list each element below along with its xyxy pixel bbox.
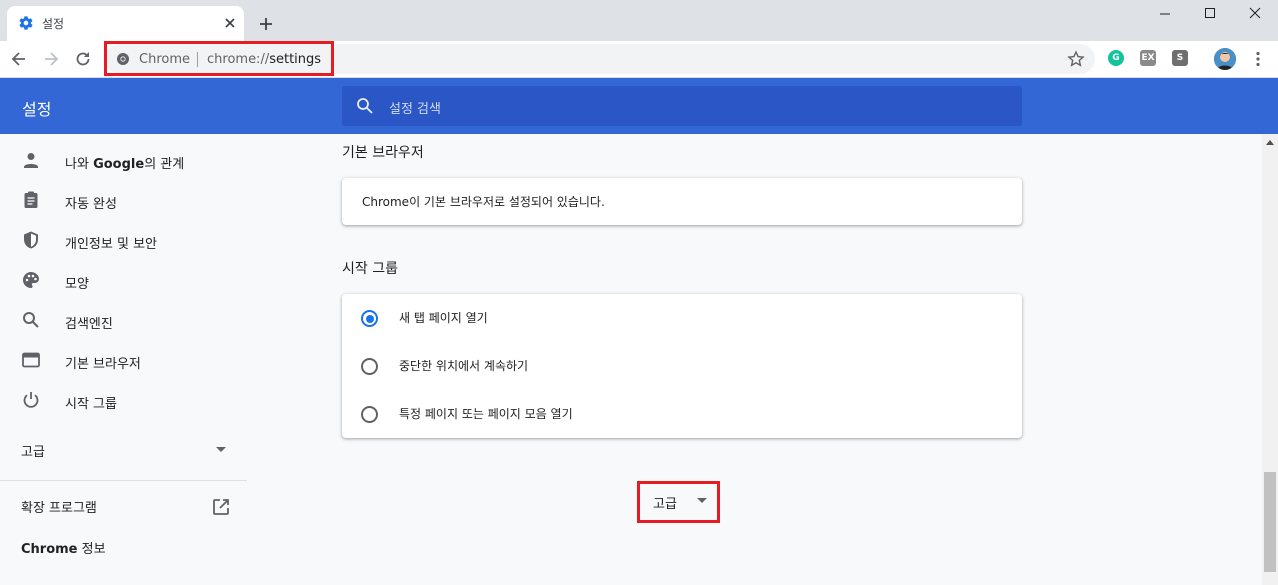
page-title: 설정 (22, 100, 52, 119)
startup-option-new-tab[interactable]: 새 탭 페이지 열기 (342, 294, 1022, 342)
sidebar-item-on-startup[interactable]: 시작 그룹 (0, 381, 247, 421)
maximize-icon[interactable] (1187, 4, 1233, 24)
radio-button-selected[interactable] (361, 310, 378, 327)
clipboard-icon (24, 191, 38, 208)
scroll-up-arrow-icon[interactable] (1266, 140, 1274, 145)
sidebar-item-appearance[interactable]: 모양 (0, 261, 247, 301)
sidebar-item-search-engine[interactable]: 검색엔진 (0, 301, 247, 341)
shield-icon (24, 231, 38, 249)
label-part: 의 관계 (144, 157, 185, 172)
radio-label: 중단한 위치에서 계속하기 (399, 359, 529, 373)
search-icon (23, 312, 39, 328)
bookmark-star-icon[interactable] (1066, 49, 1086, 69)
label-google: Google (93, 157, 145, 172)
startup-card: 새 탭 페이지 열기 중단한 위치에서 계속하기 특정 페이지 또는 페이지 모… (342, 294, 1022, 438)
sidebar-item-extensions[interactable]: 확장 프로그램 (0, 486, 247, 526)
sidebar-advanced-label: 고급 (21, 445, 45, 460)
sidebar-item-advanced[interactable]: 고급 (0, 430, 247, 470)
sidebar-item-default-browser[interactable]: 기본 브라우저 (0, 341, 247, 381)
sidebar-item-you-and-google[interactable]: 나와 Google의 관계 (0, 141, 247, 181)
reload-icon[interactable] (73, 49, 93, 69)
sidebar-about-label: Chrome 정보 (21, 538, 106, 557)
settings-header: 설정 설정 검색 (0, 78, 1278, 134)
label-part: 나와 (65, 157, 94, 172)
search-placeholder: 설정 검색 (389, 102, 441, 117)
sidebar-item-autofill[interactable]: 자동 완성 (0, 181, 247, 221)
default-browser-status: Chrome이 기본 브라우저로 설정되어 있습니다. (362, 195, 605, 209)
sidebar-item-label: 검색엔진 (65, 317, 113, 332)
settings-sidebar: 나와 Google의 관계 자동 완성 개인정보 및 보안 모양 검색엔진 기본… (0, 134, 247, 585)
radio-button[interactable] (361, 358, 378, 375)
settings-search-input[interactable]: 설정 검색 (342, 86, 1022, 126)
radio-label: 특정 페이지 또는 페이지 모음 열기 (399, 407, 573, 421)
close-icon[interactable] (221, 14, 239, 32)
browser-icon (22, 352, 40, 368)
startup-option-specific-pages[interactable]: 특정 페이지 또는 페이지 모음 열기 (342, 390, 1022, 438)
profile-picture-icon (1214, 48, 1236, 70)
radio-button[interactable] (361, 406, 378, 423)
startup-heading: 시작 그룹 (342, 261, 398, 277)
grammarly-extension-icon[interactable]: G (1108, 50, 1124, 66)
advanced-highlight-box (637, 481, 720, 523)
startup-option-continue[interactable]: 중단한 위치에서 계속하기 (342, 342, 1022, 390)
sidebar-extensions-label: 확장 프로그램 (21, 501, 97, 516)
window-close-icon[interactable] (1233, 4, 1278, 24)
back-icon[interactable] (9, 49, 29, 69)
label-chrome: Chrome (21, 542, 78, 557)
avatar[interactable] (1214, 48, 1236, 70)
radio-label: 새 탭 페이지 열기 (399, 311, 488, 325)
sidebar-item-label: 나와 Google의 관계 (65, 153, 184, 172)
new-tab-icon[interactable] (256, 14, 276, 34)
toolbar: Chrome chrome://settings G EX S (0, 41, 1278, 78)
sidebar-item-label: 시작 그룹 (65, 397, 117, 412)
default-browser-card: Chrome이 기본 브라우저로 설정되어 있습니다. (342, 178, 1022, 225)
forward-icon[interactable] (41, 49, 61, 69)
minimize-icon[interactable] (1142, 4, 1188, 24)
more-menu-icon[interactable] (1248, 49, 1268, 69)
label-part: 정보 (77, 542, 106, 557)
sidebar-item-label: 모양 (65, 277, 89, 292)
caret-down-icon (216, 447, 226, 452)
sidebar-item-label: 기본 브라우저 (65, 357, 141, 372)
default-browser-heading: 기본 브라우저 (342, 145, 424, 161)
person-icon (24, 153, 38, 168)
sidebar-item-label: 개인정보 및 보안 (65, 237, 157, 252)
search-icon (357, 98, 373, 114)
scrollbar[interactable] (1262, 134, 1278, 585)
power-icon (23, 392, 39, 408)
address-highlight-box (104, 41, 334, 76)
palette-icon (23, 272, 39, 288)
extension-ex-icon[interactable]: EX (1140, 50, 1156, 66)
sidebar-item-label: 자동 완성 (65, 197, 117, 212)
extension-s-icon[interactable]: S (1172, 50, 1188, 66)
sidebar-divider (0, 480, 247, 481)
sidebar-item-privacy[interactable]: 개인정보 및 보안 (0, 221, 247, 261)
tab-strip: 설정 (0, 0, 1278, 41)
tab-settings[interactable]: 설정 (7, 6, 244, 41)
open-in-new-icon (213, 499, 229, 515)
sidebar-item-about-chrome[interactable]: Chrome 정보 (0, 526, 247, 566)
gear-icon (19, 16, 33, 30)
tab-title: 설정 (42, 17, 65, 31)
scrollbar-thumb[interactable] (1264, 472, 1276, 572)
